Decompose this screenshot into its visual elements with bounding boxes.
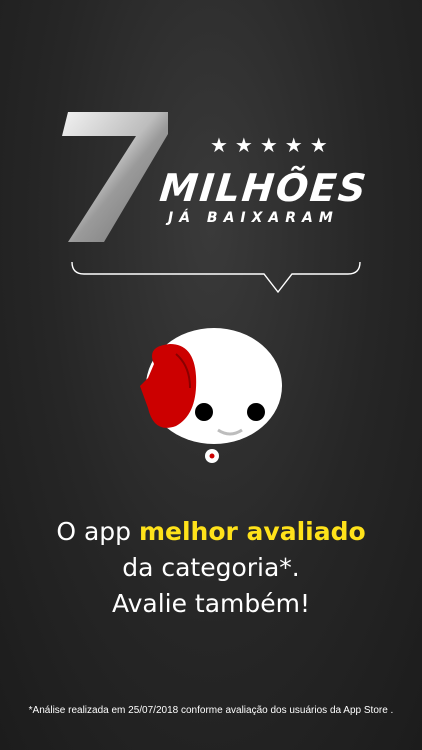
speech-bubble-line [71,262,361,294]
svg-text:7: 7 [60,110,61,111]
downloads-badge: 7 ★★★★★ MILHÕES JÁ BAIXARAM [0,0,422,300]
headline-line-3: Avalie também! [111,589,311,618]
footnote: *Análise realizada em 25/07/2018 conform… [28,705,394,716]
headline-line-1: O app melhor avaliado [0,514,422,550]
rating-stars: ★★★★★ [210,133,335,157]
seven-numeral: 7 [60,110,168,242]
headline: O app melhor avaliado da categoria*. Ava… [0,514,422,622]
promo-screen: 7 ★★★★★ MILHÕES JÁ BAIXARAM O app melhor… [0,0,422,750]
headline-prefix: O app [56,517,139,546]
badge-title: MILHÕES [157,166,370,210]
badge-subtitle: JÁ BAIXARAM [168,210,339,226]
headline-highlight: melhor avaliado [138,517,366,546]
headline-line-2: da categoria*. [122,553,300,582]
mascot-character-icon [140,328,282,463]
